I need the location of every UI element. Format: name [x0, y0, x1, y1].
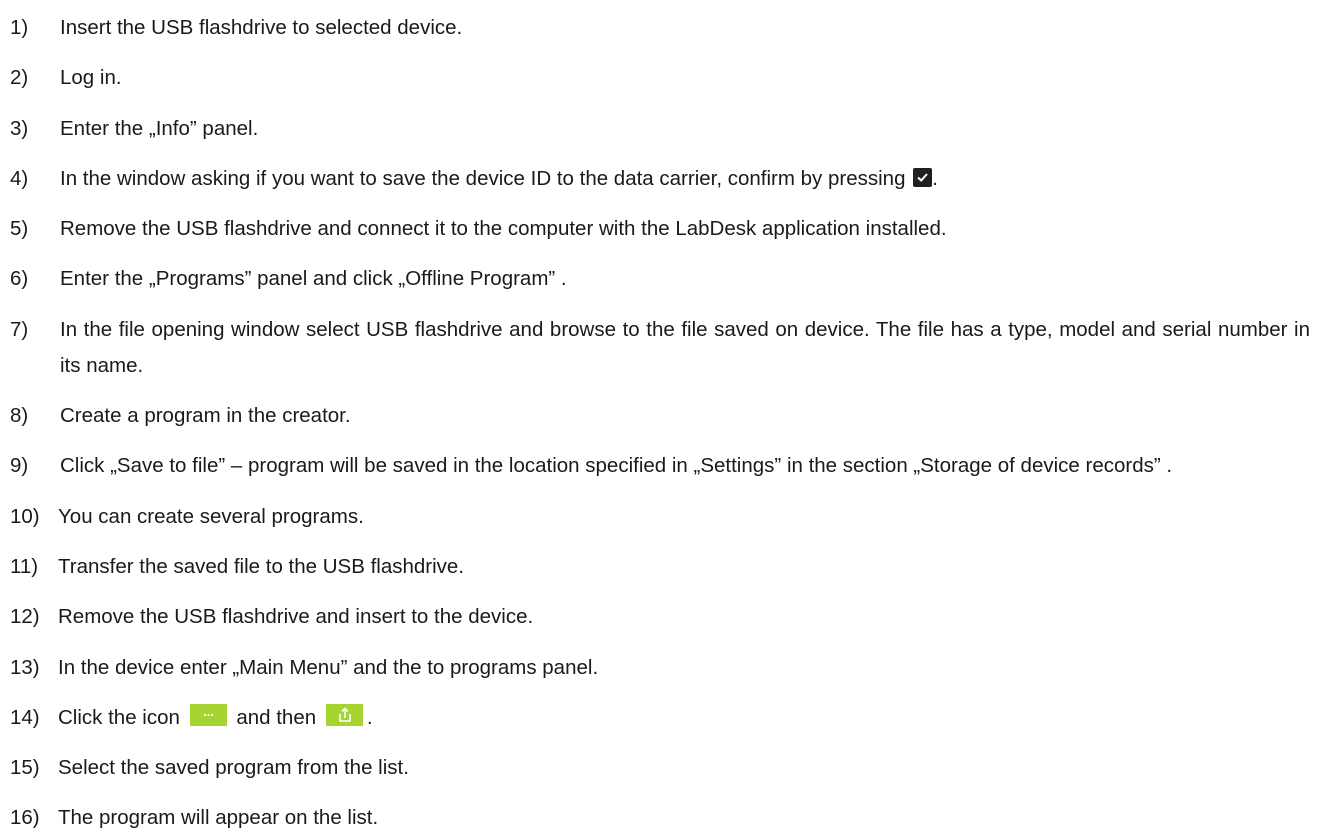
steps-list: 1) Insert the USB flashdrive to selected…	[0, 10, 1324, 836]
step-text: Create a program in the creator.	[60, 404, 351, 428]
step-8: 8) Create a program in the creator.	[0, 398, 1324, 434]
instructions-document: 1) Insert the USB flashdrive to selected…	[0, 0, 1324, 829]
step-number: 8)	[10, 404, 29, 428]
step-number: 7)	[10, 317, 29, 341]
step-6: 6) Enter the „Programs” panel and click …	[0, 261, 1324, 297]
step-number: 3)	[10, 116, 29, 140]
step-text: Remove the USB flashdrive and insert to …	[58, 605, 534, 629]
step-7: 7) In the file opening window select USB…	[0, 312, 1324, 384]
step-number: 15)	[10, 756, 40, 780]
step-13: 13) In the device enter „Main Menu” and …	[0, 650, 1324, 686]
step-text: Enter the „Info” panel.	[60, 116, 259, 140]
step-number: 10)	[10, 504, 40, 528]
step-12: 12) Remove the USB flashdrive and insert…	[0, 599, 1324, 635]
step-10: 10) You can create several programs.	[0, 499, 1324, 535]
step-16: 16) The program will appear on the list.	[0, 800, 1324, 836]
step-text: Transfer the saved file to the USB flash…	[58, 554, 465, 578]
step-text: Select the saved program from the list.	[58, 756, 409, 780]
step-number: 13)	[10, 655, 40, 679]
step-number: 1)	[10, 16, 29, 39]
step-text: Remove the USB flashdrive and connect it…	[60, 217, 947, 241]
step-text: Click the icon	[58, 705, 180, 729]
step-9: 9) Click „Save to file” – program will b…	[0, 448, 1324, 484]
step-suffix: .	[932, 166, 938, 190]
step-middle-text: and then	[236, 705, 317, 729]
step-3: 3) Enter the „Info” panel.	[0, 111, 1324, 147]
step-text: You can create several programs.	[58, 504, 364, 528]
step-5: 5) Remove the USB flashdrive and connect…	[0, 211, 1324, 247]
step-text: Click „Save to file” – program will be s…	[60, 454, 1173, 478]
step-number: 12)	[10, 605, 40, 629]
step-number: 11)	[10, 554, 39, 578]
step-text: The program will appear on the list.	[58, 806, 379, 830]
step-text: Log in.	[60, 66, 122, 90]
step-1: 1) Insert the USB flashdrive to selected…	[0, 10, 1324, 46]
step-text: In the window asking if you want to save…	[60, 166, 906, 190]
step-number: 16)	[10, 806, 40, 830]
step-number: 9)	[10, 454, 29, 478]
import-icon	[325, 703, 363, 726]
step-15: 15) Select the saved program from the li…	[0, 750, 1324, 786]
more-options-icon	[189, 703, 227, 726]
step-number: 5)	[10, 217, 29, 241]
step-suffix: .	[366, 705, 373, 729]
step-text: Insert the USB flashdrive to selected de…	[60, 16, 463, 39]
step-14: 14) Click the icon and then .	[0, 700, 1324, 736]
step-11: 11) Transfer the saved file to the USB f…	[0, 549, 1324, 585]
step-number: 4)	[10, 166, 29, 190]
step-text: In the file opening window select USB fl…	[60, 317, 1310, 377]
step-4: 4) In the window asking if you want to s…	[0, 161, 1324, 197]
step-number: 6)	[10, 267, 29, 291]
step-number: 14)	[10, 705, 40, 729]
step-text: Enter the „Programs” panel and click „Of…	[60, 267, 567, 291]
step-2: 2) Log in.	[0, 60, 1324, 96]
check-icon	[913, 167, 933, 187]
step-number: 2)	[10, 66, 29, 90]
step-text: In the device enter „Main Menu” and the …	[58, 655, 599, 679]
